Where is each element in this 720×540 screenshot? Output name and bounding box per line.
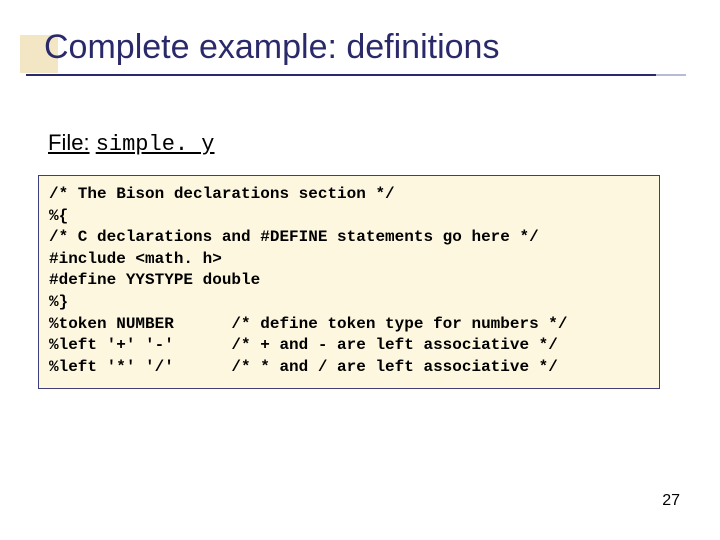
file-name: simple. y (96, 132, 215, 157)
code-box: /* The Bison declarations section */ %{ … (38, 175, 660, 389)
slide-title: Complete example: definitions (44, 28, 499, 67)
code-content: /* The Bison declarations section */ %{ … (49, 184, 649, 378)
title-underline (26, 74, 656, 76)
slide: Complete example: definitions File: simp… (0, 0, 720, 540)
file-line: File: simple. y (48, 130, 215, 157)
file-label: File: (48, 130, 90, 155)
page-number: 27 (662, 492, 680, 510)
